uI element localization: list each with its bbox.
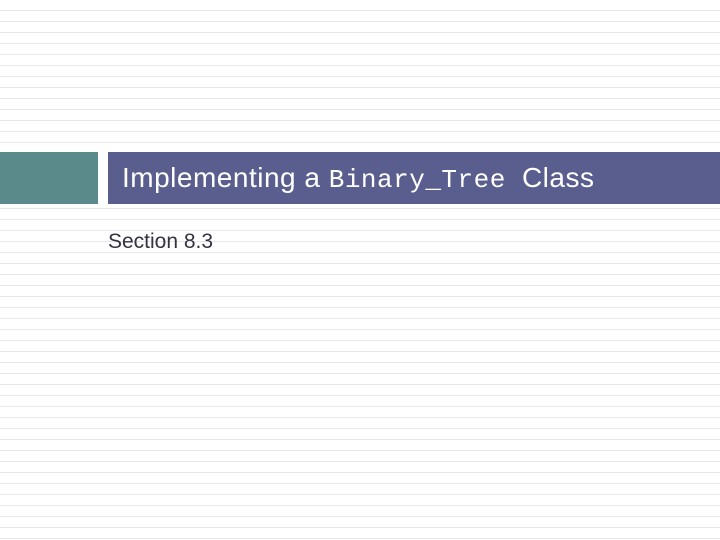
title-code: Binary_Tree xyxy=(329,165,522,195)
accent-block xyxy=(0,152,98,204)
title-gap xyxy=(98,152,108,204)
title-part1: Implementing a xyxy=(122,162,329,193)
title-bar-container: Implementing a Binary_Tree Class xyxy=(0,152,720,204)
title-part2: Class xyxy=(522,162,595,193)
title-bar: Implementing a Binary_Tree Class xyxy=(108,152,720,204)
lined-background xyxy=(0,0,720,540)
slide-title: Implementing a Binary_Tree Class xyxy=(122,162,594,195)
slide-subtitle: Section 8.3 xyxy=(108,230,213,254)
